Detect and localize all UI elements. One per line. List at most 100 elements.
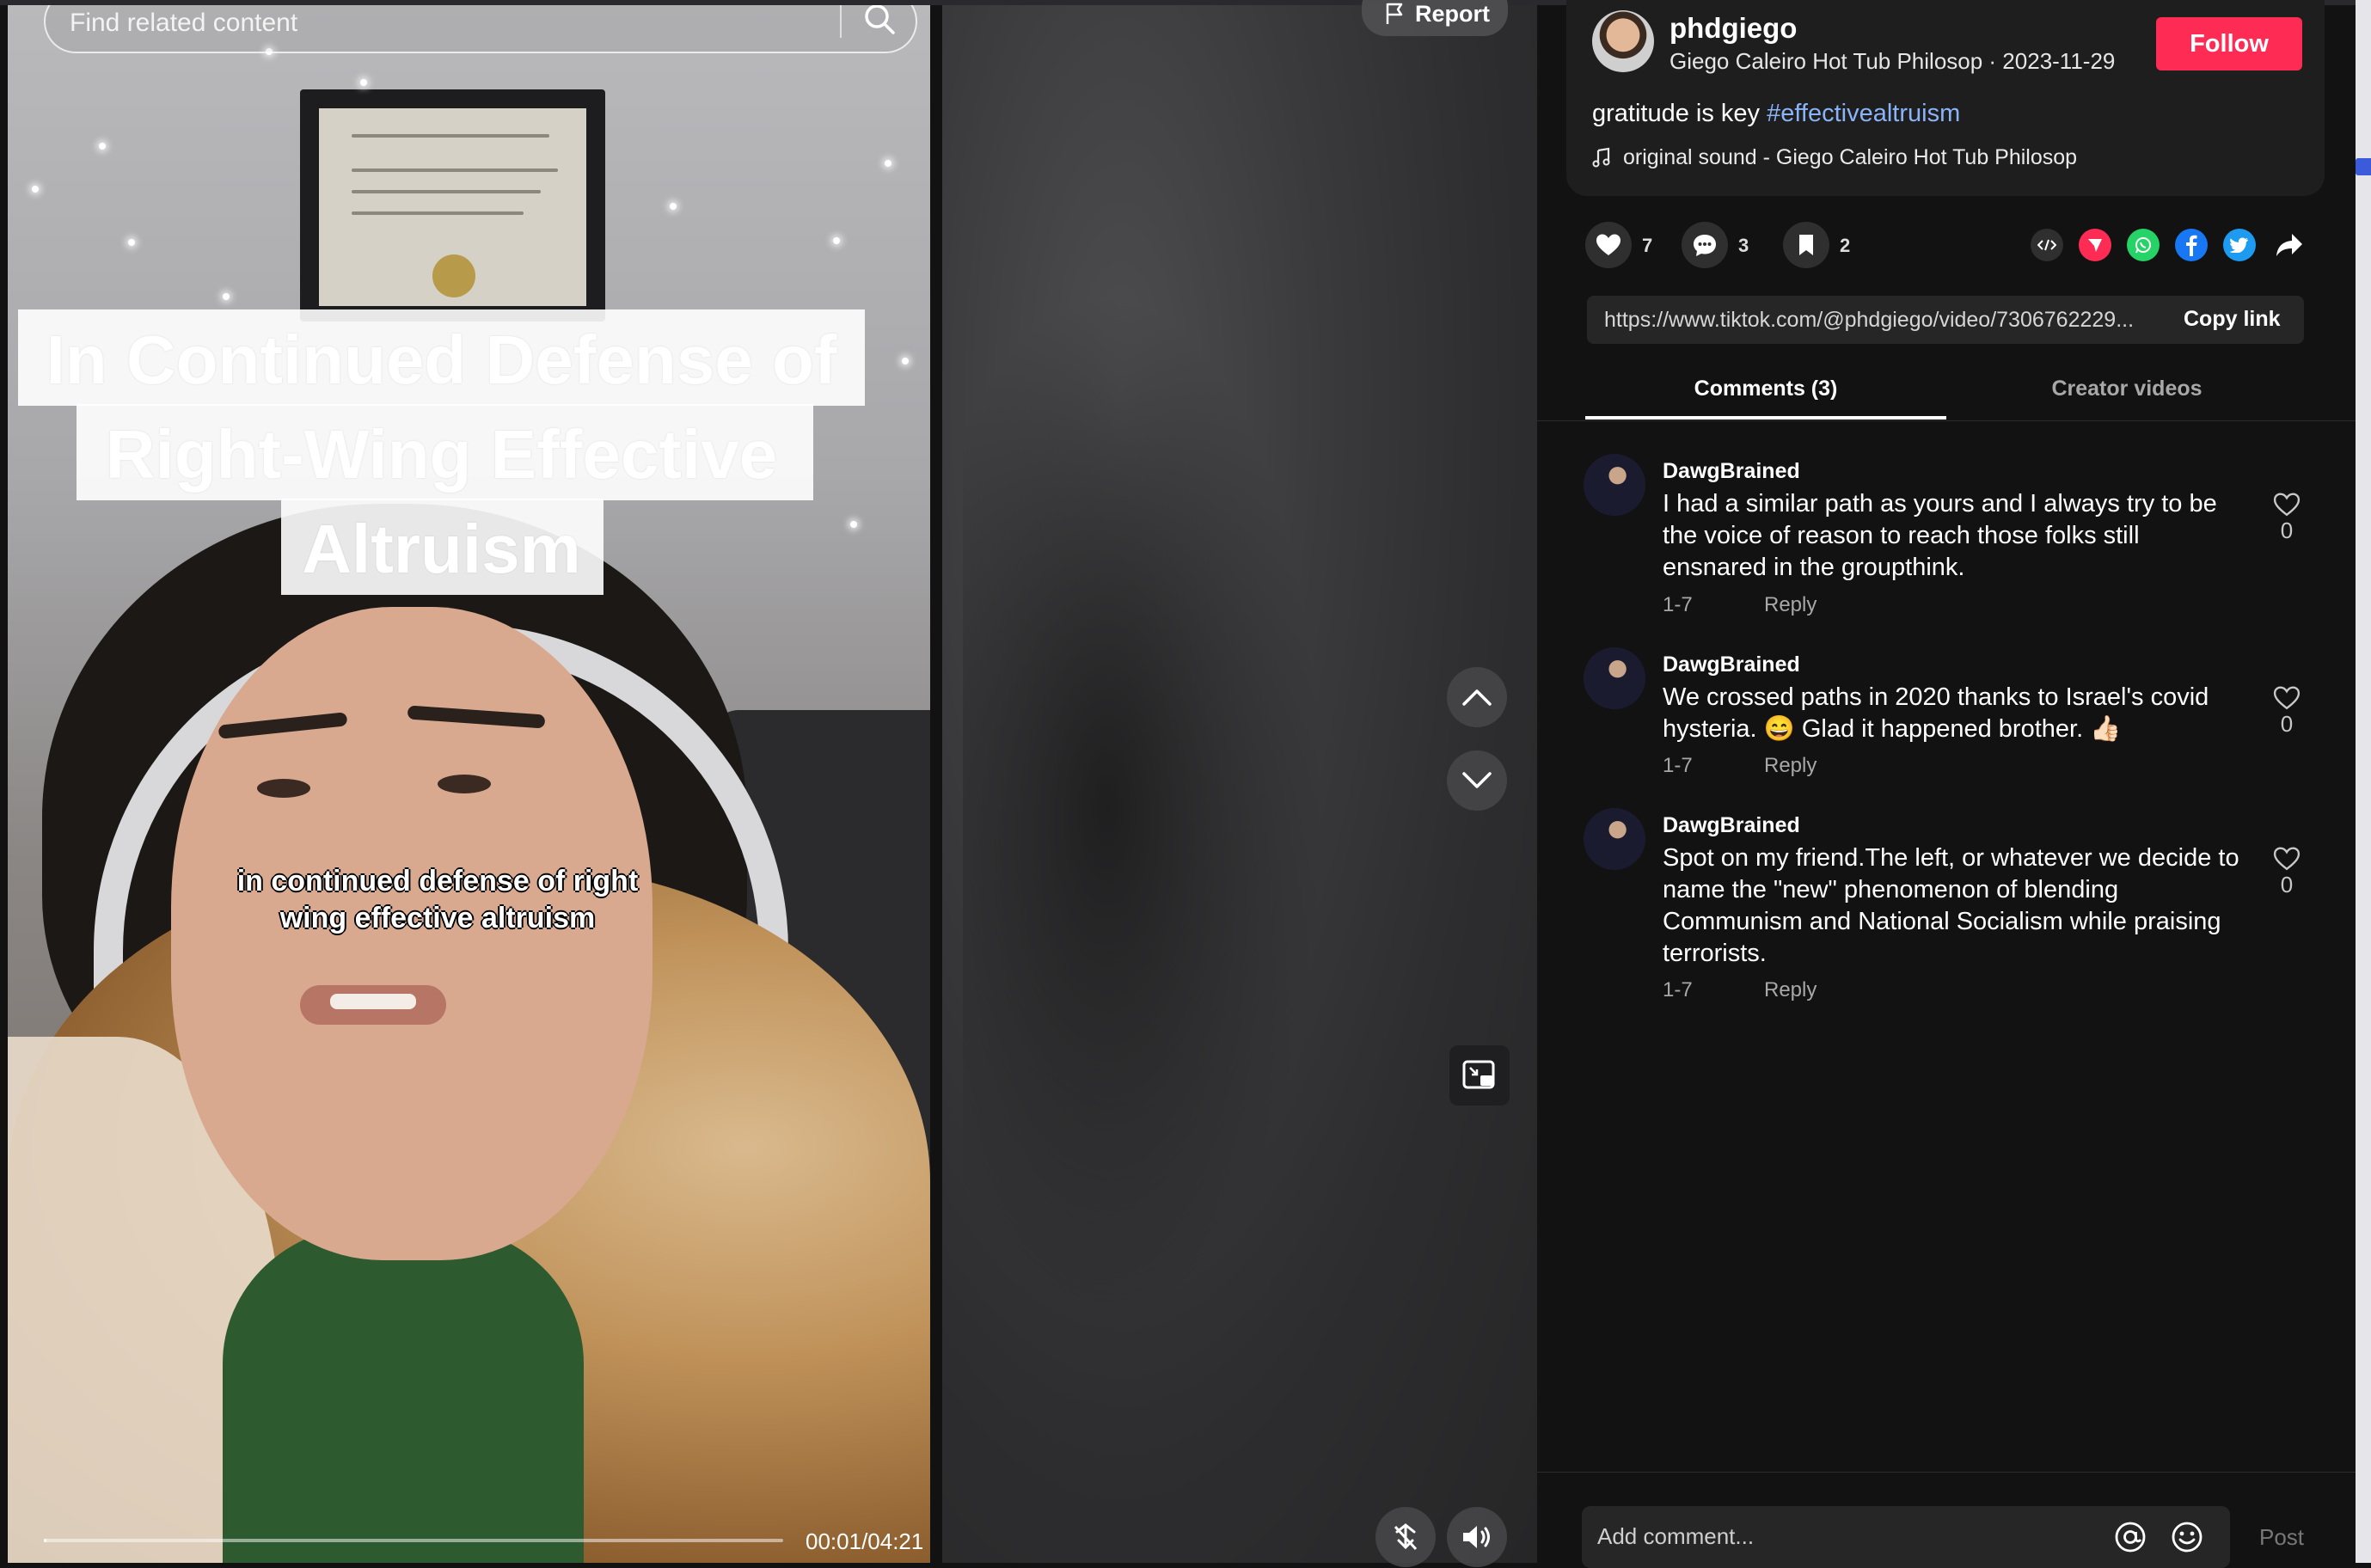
- fairy-light: [833, 237, 840, 244]
- window-edge: [2356, 0, 2371, 1563]
- diploma-line: [352, 190, 541, 193]
- like-button[interactable]: [1585, 222, 1632, 268]
- author-avatar[interactable]: [1592, 10, 1654, 72]
- description-text: gratitude is key: [1592, 100, 1768, 127]
- follow-button[interactable]: Follow: [2156, 17, 2302, 70]
- diploma-line: [352, 134, 549, 138]
- comment-like-button[interactable]: 0: [2261, 846, 2313, 898]
- comment-username[interactable]: DawgBrained: [1663, 459, 1800, 484]
- composer-divider: [1537, 1472, 2356, 1473]
- comment-date: 1-7: [1663, 754, 1693, 777]
- comment-text: I had a similar path as yours and I alwa…: [1663, 488, 2256, 584]
- diploma-line: [352, 168, 558, 172]
- autoscroll-icon: [1394, 1523, 1418, 1551]
- like-count: 7: [1642, 235, 1653, 256]
- next-video-button[interactable]: [1447, 750, 1507, 811]
- diploma-line: [352, 211, 524, 215]
- heart-icon: [1596, 234, 1620, 255]
- heart-outline-icon: [2273, 493, 2301, 517]
- send-to-friends-button[interactable]: [2079, 229, 2111, 261]
- flag-icon: [1384, 2, 1406, 26]
- video-player[interactable]: In Continued Defense of Right-Wing Effec…: [8, 5, 930, 1563]
- comment-like-count: 0: [2280, 518, 2294, 543]
- autoscroll-button[interactable]: [1375, 1507, 1436, 1567]
- comment-count: 3: [1738, 235, 1749, 256]
- comment-reply-button[interactable]: Reply: [1764, 593, 1817, 617]
- post-button[interactable]: Post: [2259, 1524, 2304, 1551]
- comment-avatar[interactable]: [1584, 808, 1645, 870]
- eye-left: [257, 779, 310, 798]
- hashtag-link[interactable]: #effectivealtruism: [1767, 100, 1960, 127]
- twitter-share-button[interactable]: [2223, 229, 2256, 261]
- previous-video-button[interactable]: [1447, 667, 1507, 727]
- comment-username[interactable]: DawgBrained: [1663, 813, 1800, 838]
- volume-icon: [1463, 1526, 1490, 1548]
- comment-avatar[interactable]: [1584, 647, 1645, 709]
- fairy-light: [885, 160, 891, 167]
- fairy-light: [223, 293, 230, 300]
- comment-line: Spot on my friend.The left, or whatever …: [1663, 844, 2239, 872]
- share-link-url[interactable]: https://www.tiktok.com/@phdgiego/video/7…: [1604, 308, 2154, 333]
- progress-bar[interactable]: [44, 1539, 783, 1542]
- title-overlay-line-1: In Continued Defense of: [46, 322, 837, 398]
- fairy-light: [360, 79, 367, 86]
- picture-in-picture-button[interactable]: [1449, 1045, 1510, 1106]
- comment-line: I had a similar path as yours and I alwa…: [1663, 490, 2217, 518]
- comment-avatar[interactable]: [1584, 454, 1645, 516]
- search-input[interactable]: Find related content: [70, 9, 297, 38]
- comment-bubble-icon: [1694, 235, 1716, 256]
- music-label: original sound - Giego Caleiro Hot Tub P…: [1623, 144, 2078, 169]
- comment-reply-button[interactable]: Reply: [1764, 754, 1817, 778]
- comment-line: We crossed paths in 2020 thanks to Israe…: [1663, 683, 2209, 711]
- comment-date: 1-7: [1663, 593, 1693, 616]
- whatsapp-icon: [2135, 237, 2151, 254]
- comment-line: ensnared in the groupthink.: [1663, 554, 1965, 581]
- author-username[interactable]: phdgiego: [1670, 12, 1797, 45]
- share-arrow-icon[interactable]: [2275, 232, 2304, 258]
- search-icon[interactable]: [861, 5, 898, 38]
- heart-outline-icon: [2273, 686, 2301, 710]
- author-subline: Giego Caleiro Hot Tub Philosop · 2023-11…: [1670, 48, 2116, 74]
- comment-line: hysteria. 😄 Glad it happened brother. 👍🏻: [1663, 715, 2122, 743]
- volume-button[interactable]: [1447, 1507, 1507, 1567]
- search-bar[interactable]: Find related content: [44, 5, 917, 53]
- comment-text: We crossed paths in 2020 thanks to Israe…: [1663, 682, 2256, 745]
- save-button[interactable]: [1783, 222, 1829, 268]
- video-description: gratitude is key #effectivealtruism: [1592, 100, 1960, 128]
- emoji-icon[interactable]: [2170, 1520, 2204, 1554]
- title-overlay-line-3: Altruism: [302, 511, 581, 587]
- eye-right: [438, 775, 491, 793]
- comment-button[interactable]: [1682, 222, 1728, 268]
- copy-link-button[interactable]: Copy link: [2184, 307, 2281, 332]
- comment-line: the voice of reason to reach those folks…: [1663, 522, 2140, 549]
- tab-creator-videos[interactable]: Creator videos: [1946, 377, 2307, 401]
- mention-icon[interactable]: [2113, 1520, 2147, 1554]
- embed-code-icon: [2037, 239, 2056, 251]
- comment-username[interactable]: DawgBrained: [1663, 652, 1800, 677]
- fairy-light: [99, 143, 106, 150]
- comment-like-count: 0: [2280, 711, 2294, 737]
- comment-input[interactable]: Add comment...: [1597, 1523, 1754, 1550]
- picture-in-picture-icon: [1462, 1060, 1495, 1089]
- diploma-seal: [432, 254, 475, 297]
- comment-reply-button[interactable]: Reply: [1764, 978, 1817, 1002]
- title-overlay-line-2: Right-Wing Effective: [105, 416, 778, 493]
- fairy-light: [670, 203, 677, 210]
- report-button[interactable]: Report: [1362, 0, 1508, 36]
- whatsapp-share-button[interactable]: [2127, 229, 2160, 261]
- comment-like-button[interactable]: 0: [2261, 685, 2313, 738]
- comment-line: name the "new" phenomenon of blending: [1663, 876, 2119, 903]
- twitter-bird-icon: [2230, 237, 2248, 253]
- teeth: [330, 994, 416, 1009]
- facebook-share-button[interactable]: [2175, 229, 2208, 261]
- caption-line-1: in continued defense of right: [236, 865, 639, 897]
- bookmark-icon: [1799, 235, 1813, 255]
- search-divider: [840, 5, 842, 38]
- tab-comments[interactable]: Comments (3): [1585, 377, 1946, 401]
- music-row[interactable]: original sound - Giego Caleiro Hot Tub P…: [1592, 144, 2077, 170]
- comment-line: terrorists.: [1663, 940, 1767, 967]
- embed-button[interactable]: [2031, 229, 2063, 261]
- comment-line: Communism and National Socialism while p…: [1663, 908, 2221, 935]
- chevron-up-icon: [1462, 689, 1492, 706]
- comment-like-button[interactable]: 0: [2261, 492, 2313, 544]
